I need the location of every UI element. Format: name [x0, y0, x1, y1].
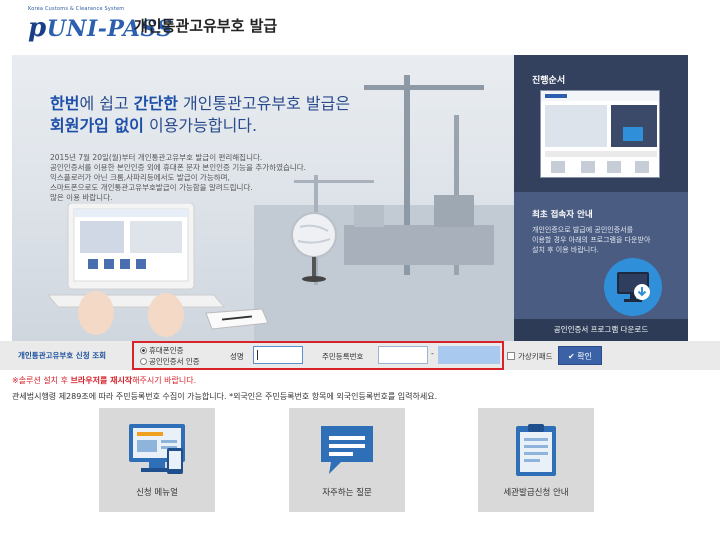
notice-lead: ※솔루션 설치 후 [12, 376, 71, 385]
virtual-keypad-label: 가상키패드 [518, 352, 553, 361]
header: Korea Customs & Clearance System pUNI-PA… [0, 0, 720, 52]
rrn-back-input[interactable] [438, 346, 500, 364]
process-preview-image [541, 91, 659, 173]
radio-button-selected[interactable] [140, 347, 147, 354]
logo-tagline: Korea Customs & Clearance System [28, 6, 125, 12]
first-user-text: 개인인증으로 발급에 공인인증서를 이용할 경우 아래의 프로그램을 다운받아 … [532, 225, 682, 255]
rrn-label: 주민등록번호 [322, 352, 364, 361]
manual-monitor-icon [129, 424, 185, 474]
headline-emphasis-2: 간단한 [133, 94, 178, 113]
headline-text: 개인통관고유부호 발급은 [177, 94, 351, 113]
first-user-title: 최초 접속자 안내 [532, 210, 593, 220]
hero-banner: 한번에 쉽고 간단한 개인통관고유부호 발급은 회원가입 없이 이용가능합니다.… [12, 55, 514, 341]
customs-guide-card-label: 세관발급신청 안내 [503, 488, 569, 498]
page-title: 개인통관고유부호 발급 [134, 17, 278, 35]
law-notice: 관세법시행령 제289조에 따라 주민등록번호 수집이 가능합니다. *외국인은… [12, 392, 438, 401]
rrn-dash: - [431, 349, 434, 358]
first-user-line: 개인인증으로 발급에 공인인증서를 [532, 226, 634, 234]
restart-notice: ※솔루션 설치 후 브라우저를 재시작해주시기 바랍니다. [12, 375, 196, 386]
hero-description-line: 스마트폰으로도 개인통관고유부호발급이 가능함을 알려드립니다. [50, 183, 253, 192]
headline-text: 이용가능합니다. [143, 116, 258, 135]
radio-cert-auth[interactable]: 공인인증서 인증 [140, 356, 200, 367]
confirm-label: 확인 [577, 352, 592, 361]
manual-card[interactable]: 신청 메뉴얼 [99, 408, 215, 512]
first-user-line: 설치 후 이용 바랍니다. [532, 246, 599, 254]
side-panel: 진행순서 최초 접속자 안내 개인인증으로 발급에 공인인증서를 이용할 경우 … [514, 55, 688, 341]
clipboard-icon [516, 424, 556, 476]
download-monitor-icon[interactable] [604, 258, 662, 316]
lookup-label: 개인통관고유부호 신청 조회 [18, 351, 107, 360]
notice-emphasis: 브라우저를 재시작 [70, 376, 133, 385]
process-panel: 진행순서 [514, 55, 688, 192]
rrn-front-input[interactable] [378, 346, 428, 364]
process-title: 진행순서 [532, 76, 566, 86]
notebook-illustration [205, 308, 269, 330]
radio-phone-label: 휴대폰인증 [149, 346, 184, 355]
radio-cert-label: 공인인증서 인증 [149, 357, 200, 366]
verification-bar: 개인통관고유부호 신청 조회 휴대폰인증 공인인증서 인증 성명 주민등록번호 … [0, 341, 720, 370]
hero-description-line: 익스플로러가 아닌 크롬,사파리등에서도 발급이 가능하며, [50, 173, 230, 182]
radio-phone-auth[interactable]: 휴대폰인증 [140, 345, 184, 356]
hero-description: 2015년 7월 20일(월)부터 개인통관고유부호 발급이 편리해집니다. 공… [50, 153, 370, 203]
hero-description-line: 2015년 7월 20일(월)부터 개인통관고유부호 발급이 편리해집니다. [50, 153, 263, 162]
faq-speech-bubble-icon [321, 426, 373, 474]
name-input[interactable] [253, 346, 303, 364]
check-icon: ✔ [568, 352, 575, 361]
process-screenshot[interactable] [540, 90, 660, 178]
headline-text: 에 쉽고 [79, 94, 134, 113]
cert-program-download-link[interactable]: 공인인증서 프로그램 다운로드 [514, 319, 688, 341]
headline-emphasis-3: 회원가입 없이 [50, 116, 144, 135]
hero-description-line: 많은 이용 바랍니다. [50, 193, 113, 202]
first-user-panel: 최초 접속자 안내 개인인증으로 발급에 공인인증서를 이용할 경우 아래의 프… [514, 192, 688, 341]
hero-headline-line-2: 회원가입 없이 이용가능합니다. [50, 115, 350, 137]
faq-card-label: 자주하는 질문 [322, 488, 372, 498]
name-label: 성명 [230, 352, 244, 361]
radio-button[interactable] [140, 358, 147, 365]
confirm-button[interactable]: ✔ 확인 [558, 346, 602, 365]
manual-card-label: 신청 메뉴얼 [136, 488, 178, 498]
hero-headline: 한번에 쉽고 간단한 개인통관고유부호 발급은 회원가입 없이 이용가능합니다. [50, 93, 350, 137]
hero-headline-line-1: 한번에 쉽고 간단한 개인통관고유부호 발급은 [50, 93, 350, 115]
notice-tail: 해주시기 바랍니다. [132, 376, 197, 385]
headline-emphasis-1: 한번 [50, 94, 80, 113]
hero-description-line: 공인인증서를 이용한 본인인증 외에 휴대폰 문자 본인인증 기능을 추가하였습… [50, 163, 307, 172]
logo-p: p [28, 13, 47, 43]
customs-guide-card[interactable]: 세관발급신청 안내 [478, 408, 594, 512]
virtual-keypad-checkbox[interactable] [507, 352, 515, 360]
text-cursor [257, 350, 258, 360]
faq-card[interactable]: 자주하는 질문 [289, 408, 405, 512]
first-user-line: 이용할 경우 아래의 프로그램을 다운받아 [532, 236, 651, 244]
